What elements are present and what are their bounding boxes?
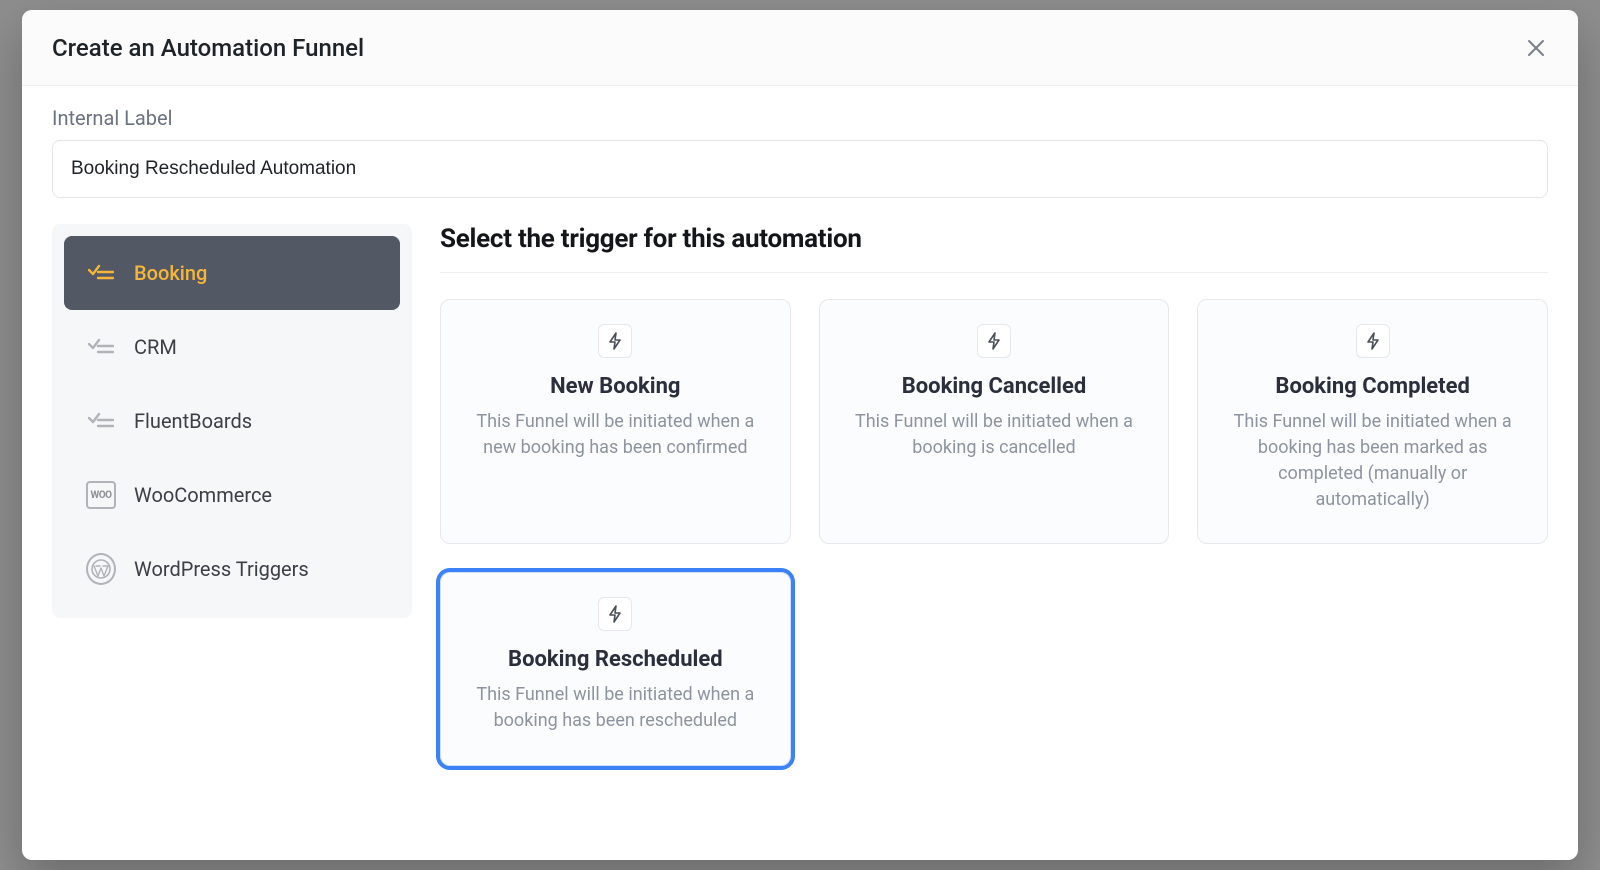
bolt-icon [598,324,632,358]
trigger-title: Booking Rescheduled [508,647,723,672]
sidebar-item-booking[interactable]: Booking [64,236,400,310]
trigger-description: This Funnel will be initiated when a boo… [465,682,765,734]
section-title: Select the trigger for this automation [440,224,1548,273]
trigger-title: New Booking [550,374,680,399]
sidebar-item-label: CRM [134,335,177,359]
sidebar-item-woocommerce[interactable]: WOO WooCommerce [64,458,400,532]
trigger-content: Select the trigger for this automation N… [440,224,1548,766]
trigger-grid: New Booking This Funnel will be initiate… [440,299,1548,766]
sidebar-item-label: Booking [134,261,207,285]
close-icon [1527,39,1545,57]
sidebar-item-label: FluentBoards [134,409,252,433]
sidebar-item-label: WordPress Triggers [134,557,309,581]
trigger-card-booking-completed[interactable]: Booking Completed This Funnel will be in… [1197,299,1548,544]
woo-icon: WOO [86,481,116,509]
modal-body: Internal Label Booking CRM [22,86,1578,860]
modal-title: Create an Automation Funnel [52,34,364,62]
trigger-description: This Funnel will be initiated when a boo… [1223,409,1523,513]
trigger-card-new-booking[interactable]: New Booking This Funnel will be initiate… [440,299,791,544]
close-button[interactable] [1522,34,1550,62]
wordpress-icon [86,553,116,585]
trigger-description: This Funnel will be initiated when a boo… [844,409,1144,461]
sidebar-item-label: WooCommerce [134,483,272,507]
sidebar-item-wordpress[interactable]: WordPress Triggers [64,532,400,606]
sidebar-item-fluentboards[interactable]: FluentBoards [64,384,400,458]
create-automation-modal: Create an Automation Funnel Internal Lab… [22,10,1578,860]
trigger-description: This Funnel will be initiated when a new… [465,409,765,461]
sidebar-item-crm[interactable]: CRM [64,310,400,384]
checklist-icon [86,338,116,356]
trigger-title: Booking Cancelled [902,374,1087,399]
trigger-title: Booking Completed [1275,374,1469,399]
bolt-icon [598,597,632,631]
trigger-card-booking-rescheduled[interactable]: Booking Rescheduled This Funnel will be … [440,572,791,765]
internal-label-input[interactable] [52,140,1548,198]
category-sidebar: Booking CRM FluentBoards WOO [52,224,412,618]
checklist-icon [86,264,116,282]
checklist-icon [86,412,116,430]
modal-header: Create an Automation Funnel [22,10,1578,86]
bolt-icon [977,324,1011,358]
bolt-icon [1356,324,1390,358]
internal-label-caption: Internal Label [52,106,1548,130]
trigger-card-booking-cancelled[interactable]: Booking Cancelled This Funnel will be in… [819,299,1170,544]
